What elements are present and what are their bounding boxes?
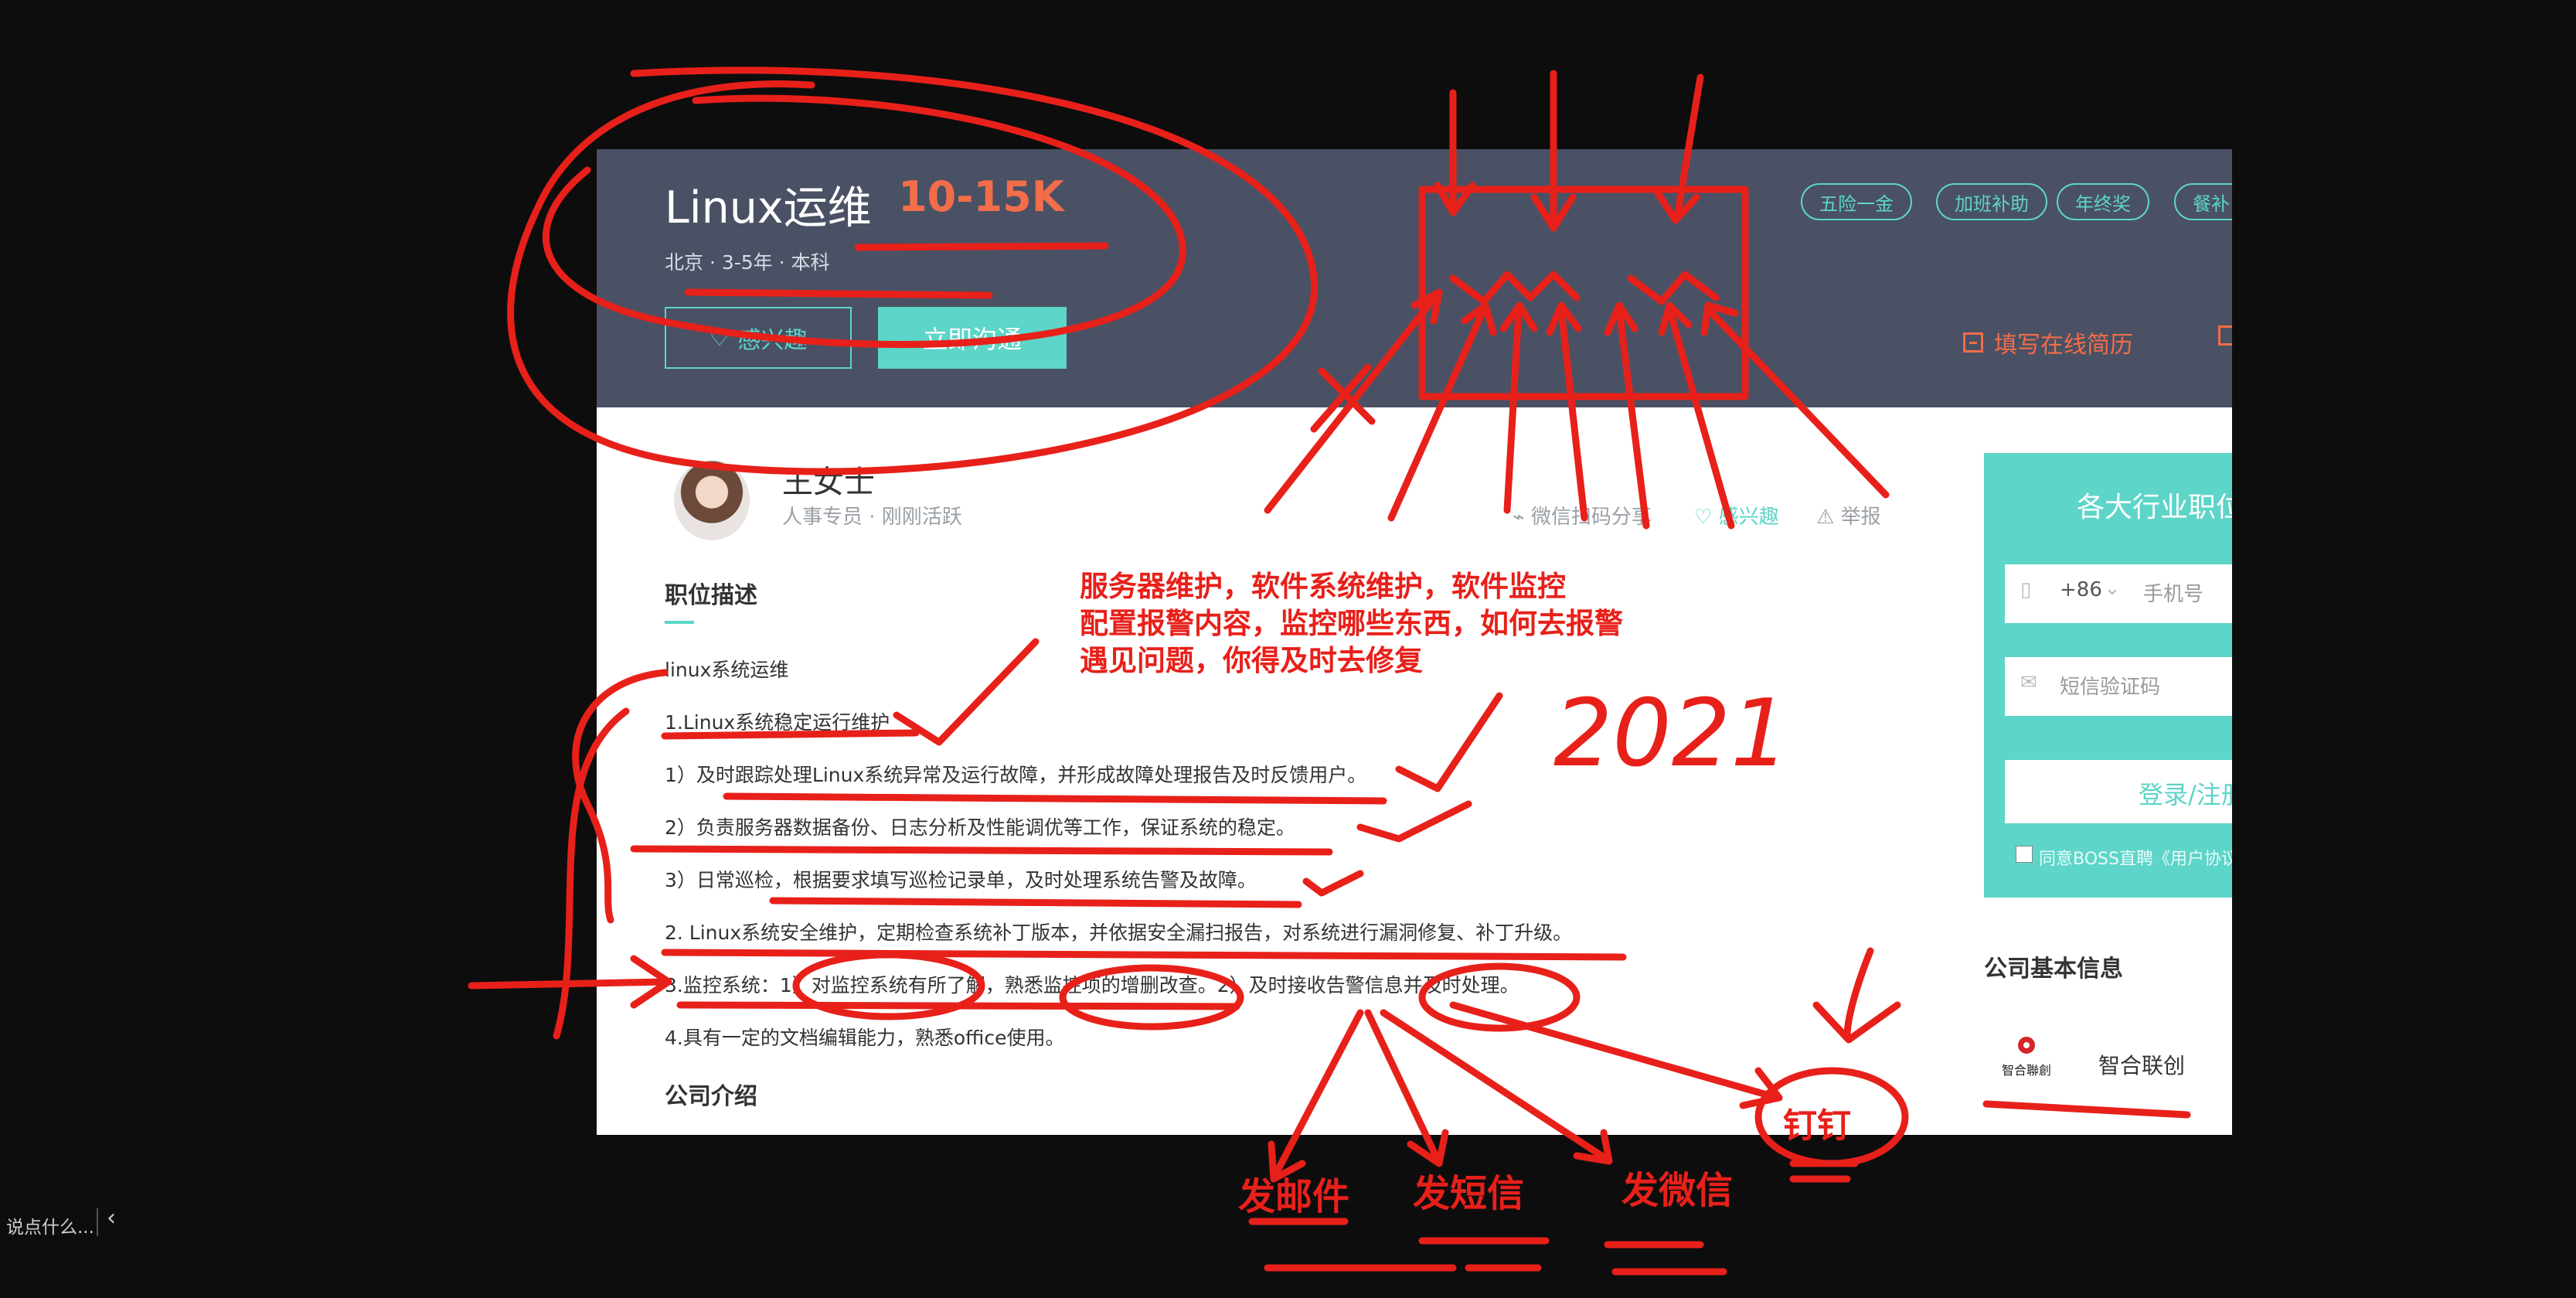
alert-channel-wechat: 发微信	[1621, 1169, 1734, 1212]
phone-input[interactable]: 手机号	[2143, 578, 2203, 607]
report-label: 举报	[1840, 506, 1881, 529]
login-card-title: 各大行业职位	[2077, 492, 2232, 523]
chevron-left-icon[interactable]: ‹	[107, 1204, 116, 1232]
benefit-tag: 加班补助	[1936, 183, 2047, 220]
attachment-resume-icon[interactable]	[2218, 325, 2232, 346]
agree-checkbox[interactable]	[2016, 846, 2033, 863]
heart-icon: ♡	[709, 324, 730, 352]
company-name: 智合联创	[2098, 1053, 2186, 1078]
company-info-heading: 公司基本信息	[1984, 956, 2123, 983]
wechat-share-link[interactable]: ⌁ 微信扫码分享	[1513, 501, 1652, 530]
annotation-note-line: 配置报警内容，监控哪些东西，如何去报警	[1080, 607, 1623, 640]
annotation-note-line: 遇见问题，你得及时去修复	[1080, 644, 1423, 677]
recruiter-avatar	[674, 460, 750, 540]
channel-underline	[1789, 1160, 1859, 1183]
channel-underline	[1604, 1241, 1727, 1276]
recruiter-status: 人事专员 · 刚刚活跃	[782, 506, 962, 529]
alert-channel-email: 发邮件	[1238, 1175, 1350, 1218]
chat-now-button[interactable]: 立即沟通	[878, 307, 1067, 369]
job-description-heading: 职位描述	[665, 582, 757, 609]
job-title: Linux运维	[665, 182, 872, 233]
company-intro-heading: 公司介绍	[665, 1083, 757, 1110]
interest-link[interactable]: ♡ 感兴趣	[1694, 501, 1779, 530]
description-line: 4.具有一定的文档编辑能力，熟悉office使用。	[665, 1027, 1065, 1049]
alert-channel-sms: 发短信	[1413, 1172, 1525, 1215]
warning-icon: ⚠	[1816, 506, 1835, 529]
description-line: 3.监控系统：1）对监控系统有所了解，熟悉监控项的增删改查。2）及时接收告警信息…	[665, 974, 1519, 996]
interest-link-label: 感兴趣	[1718, 506, 1779, 529]
description-line: linux系统运维	[665, 659, 789, 681]
company-logo-text: 智合聯創	[2002, 1063, 2051, 1078]
company-logo: 智合聯創	[2002, 1037, 2051, 1078]
description-line: 1.Linux系统稳定运行维护	[665, 711, 890, 734]
job-meta: 北京 · 3-5年 · 本科	[665, 251, 830, 274]
wechat-share-label: 微信扫码分享	[1530, 506, 1652, 529]
report-link[interactable]: ⚠ 举报	[1816, 501, 1881, 530]
annotation-note-line: 服务器维护，软件系统维护，软件监控	[1080, 570, 1566, 603]
chat-input[interactable]: 说点什么...	[6, 1212, 94, 1238]
channel-underline	[1418, 1237, 1550, 1272]
benefit-tag: 餐补	[2174, 183, 2232, 220]
heading-underline	[665, 621, 694, 624]
sms-code-input[interactable]: 短信验证码	[2060, 671, 2160, 700]
interest-button[interactable]: ♡ 感兴趣	[665, 307, 852, 369]
job-banner: Linux运维 10-15K 北京 · 3-5年 · 本科 ♡ 感兴趣 立即沟通…	[597, 149, 2232, 407]
channel-underline	[1248, 1218, 1457, 1272]
country-code-select[interactable]: +86	[2060, 578, 2102, 601]
handwritten-number: 2021	[1553, 680, 1790, 788]
description-line: 1）及时跟踪处理Linux系统异常及运行故障，并形成故障处理报告及时反馈用户。	[665, 764, 1367, 786]
online-resume-link[interactable]: 填写在线简历	[1963, 325, 2133, 359]
phone-icon: ▯	[2020, 578, 2032, 601]
agree-text[interactable]: 同意BOSS直聘《用户协议》	[2039, 845, 2232, 870]
chat-divider	[97, 1208, 98, 1236]
heart-icon: ♡	[1694, 506, 1713, 529]
resume-icon	[1963, 332, 1983, 353]
online-resume-label: 填写在线简历	[1994, 332, 2133, 359]
benefit-tag: 五险一金	[1801, 183, 1912, 220]
login-register-label: 登录/注册	[2139, 780, 2232, 809]
share-icon: ⌁	[1513, 506, 1525, 529]
description-line: 2. Linux系统安全维护，定期检查系统补丁版本，并依据安全漏扫报告，对系统进…	[665, 922, 1573, 944]
description-line: 2）负责服务器数据备份、日志分析及性能调优等工作，保证系统的稳定。	[665, 816, 1295, 839]
message-icon: ✉	[2020, 671, 2037, 694]
chevron-down-icon: ⌄	[2104, 577, 2121, 600]
benefit-tag: 年终奖	[2057, 183, 2149, 220]
alert-channel-dingtalk: 钉钉	[1783, 1106, 1851, 1146]
job-salary: 10-15K	[898, 172, 1064, 221]
interest-label: 感兴趣	[737, 327, 808, 354]
description-line: 3）日常巡检，根据要求填写巡检记录单，及时处理系统告警及故障。	[665, 869, 1257, 891]
recruiter-name: 王女士	[782, 465, 875, 500]
